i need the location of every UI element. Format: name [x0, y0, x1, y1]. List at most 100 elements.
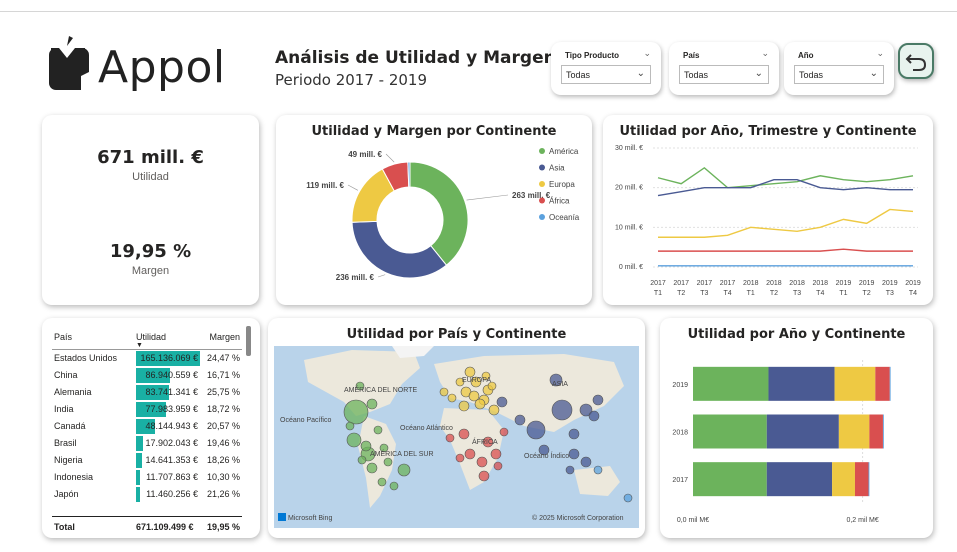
microsoft-logo-icon: [278, 513, 286, 521]
legend-label: América: [549, 147, 579, 156]
dropdown-arrow-icon: ⌄: [636, 68, 645, 79]
map-bubble: [455, 453, 465, 463]
utilidad-label: Utilidad: [132, 171, 169, 183]
table-row[interactable]: Japón 11.460.256 € 21,26 %: [52, 486, 242, 503]
bar-segment-oceanía: [882, 414, 884, 449]
cell-pais: Canadá: [54, 421, 86, 431]
map-bubble: [568, 428, 580, 440]
donut-slice-oceanía: [407, 161, 411, 188]
cell-pais: Alemania: [54, 387, 92, 397]
map-bubble: [476, 456, 488, 468]
map-bubble: [490, 448, 502, 460]
bar-segment-asia: [766, 414, 839, 449]
world-bubble-map[interactable]: AMÉRICA DEL NORTE EUROPA ASIA ÁFRICA AMÉ…: [274, 346, 639, 528]
bar-segment-europa: [832, 462, 855, 497]
x-tick-label: T4: [723, 290, 731, 297]
x-tick-label: T4: [816, 290, 824, 297]
map-bubble: [496, 396, 508, 408]
slicer-label: Año: [798, 51, 814, 60]
total-label: Total: [54, 522, 75, 532]
y-tick-label: 2019: [672, 382, 688, 389]
chevron-down-icon[interactable]: ⌄: [643, 48, 651, 59]
map-bubble: [623, 493, 633, 503]
slicer-dropdown[interactable]: Todas ⌄: [679, 65, 769, 84]
map-bubble: [464, 366, 476, 378]
table-row[interactable]: Brasil 17.902.043 € 19,46 %: [52, 435, 242, 452]
cell-margen: 25,75 %: [206, 387, 240, 397]
table-scrollbar[interactable]: [246, 326, 251, 356]
x-tick-label: 2017: [673, 280, 689, 287]
bar-segment-áfrica: [869, 414, 883, 449]
map-bubble: [445, 433, 455, 443]
x-tick-label: T2: [770, 290, 778, 297]
x-tick-label: T3: [700, 290, 708, 297]
map-credit-copyright: © 2025 Microsoft Corporation: [532, 514, 624, 522]
x-tick-label: T4: [909, 290, 917, 297]
map-bubble: [458, 428, 470, 440]
map-bubble: [377, 477, 387, 487]
chevron-down-icon[interactable]: ⌄: [761, 48, 769, 59]
cell-margen: 21,26 %: [206, 489, 240, 499]
margen-value: 19,95 %: [109, 241, 192, 262]
bar-segment-oceanía: [889, 366, 891, 401]
header-pais[interactable]: País: [54, 332, 72, 342]
utilidad-bar: [136, 436, 144, 451]
map-bubble: [593, 465, 603, 475]
legend-label: Oceanía: [549, 213, 580, 222]
cell-utilidad: 83.741.341 €: [136, 384, 200, 400]
bar-segment-europa: [834, 366, 876, 401]
dropdown-arrow-icon: ⌄: [869, 68, 878, 79]
y-tick-label: 30 mill. €: [615, 145, 643, 152]
bar-segment-asia: [768, 366, 835, 401]
map-bubble: [360, 440, 372, 452]
bar-segment-europa: [838, 414, 870, 449]
donut-data-label: 119 mill. €: [306, 181, 344, 190]
map-credit-bing: Microsoft Bing: [288, 515, 332, 522]
y-tick-label: 2017: [672, 477, 688, 484]
donut-chart-card: Utilidad y Margen por Continente 263 mil…: [276, 115, 592, 305]
header-margen[interactable]: Margen: [209, 332, 240, 342]
legend-label: Europa: [549, 180, 575, 189]
slicer-dropdown[interactable]: Todas ⌄: [561, 65, 651, 84]
slicer-pais[interactable]: País ⌄ Todas ⌄: [669, 42, 779, 95]
table-row[interactable]: Canadá 48.144.943 € 20,57 %: [52, 418, 242, 435]
cell-utilidad: 11.707.863 €: [136, 469, 200, 485]
utilidad-value: 671 mill. €: [97, 147, 204, 168]
map-bubble: [383, 457, 393, 467]
undo-icon: [905, 54, 927, 71]
slicer-tipo-producto[interactable]: Tipo Producto ⌄ Todas ⌄: [551, 42, 661, 95]
total-margen: 19,95 %: [206, 522, 240, 532]
table-row[interactable]: India 77.983.959 € 18,72 %: [52, 401, 242, 418]
legend-label: África: [549, 197, 570, 206]
series-line-américa: [657, 166, 914, 189]
x-tick-label: T1: [747, 290, 755, 297]
map-label: Océano Pacífico: [280, 417, 331, 424]
bar-segment-asia: [766, 462, 833, 497]
table-row[interactable]: Indonesia 11.707.863 € 10,30 %: [52, 469, 242, 486]
x-tick-label: 2019: [836, 280, 852, 287]
map-bubble: [499, 427, 509, 437]
cell-pais: Indonesia: [54, 472, 94, 482]
map-card: Utilidad por País y Continente AMÉRICA D…: [268, 318, 645, 538]
map-bubble: [458, 400, 470, 412]
stacked-bar-card: Utilidad por Año y Continente 2019 2018 20…: [660, 318, 933, 538]
map-bubble: [357, 455, 367, 465]
reset-button[interactable]: [898, 43, 934, 79]
legend-marker: [539, 164, 545, 171]
x-tick-label: 2018: [789, 280, 805, 287]
table-row[interactable]: Nigeria 14.641.353 € 18,26 %: [52, 452, 242, 469]
legend-label: Asia: [549, 164, 565, 173]
x-tick-label: 2019: [859, 280, 875, 287]
line-chart-card: Utilidad por Año, Trimestre y Continente…: [603, 115, 933, 305]
table-row[interactable]: Estados Unidos 165.136.069 € 24,47 %: [52, 350, 242, 367]
header-utilidad[interactable]: Utilidad: [136, 332, 166, 342]
table-row[interactable]: China 86.940.559 € 16,71 %: [52, 367, 242, 384]
x-tick-label: 2018: [743, 280, 759, 287]
slicer-dropdown[interactable]: Todas ⌄: [794, 65, 884, 84]
chevron-down-icon[interactable]: ⌄: [876, 48, 884, 59]
total-utilidad: 671.109.499 €: [136, 522, 194, 532]
slicer-anio[interactable]: Año ⌄ Todas ⌄: [784, 42, 894, 95]
cell-utilidad: 17.902.043 €: [136, 435, 200, 451]
table-row[interactable]: Alemania 83.741.341 € 25,75 %: [52, 384, 242, 401]
map-bubble: [478, 470, 490, 482]
